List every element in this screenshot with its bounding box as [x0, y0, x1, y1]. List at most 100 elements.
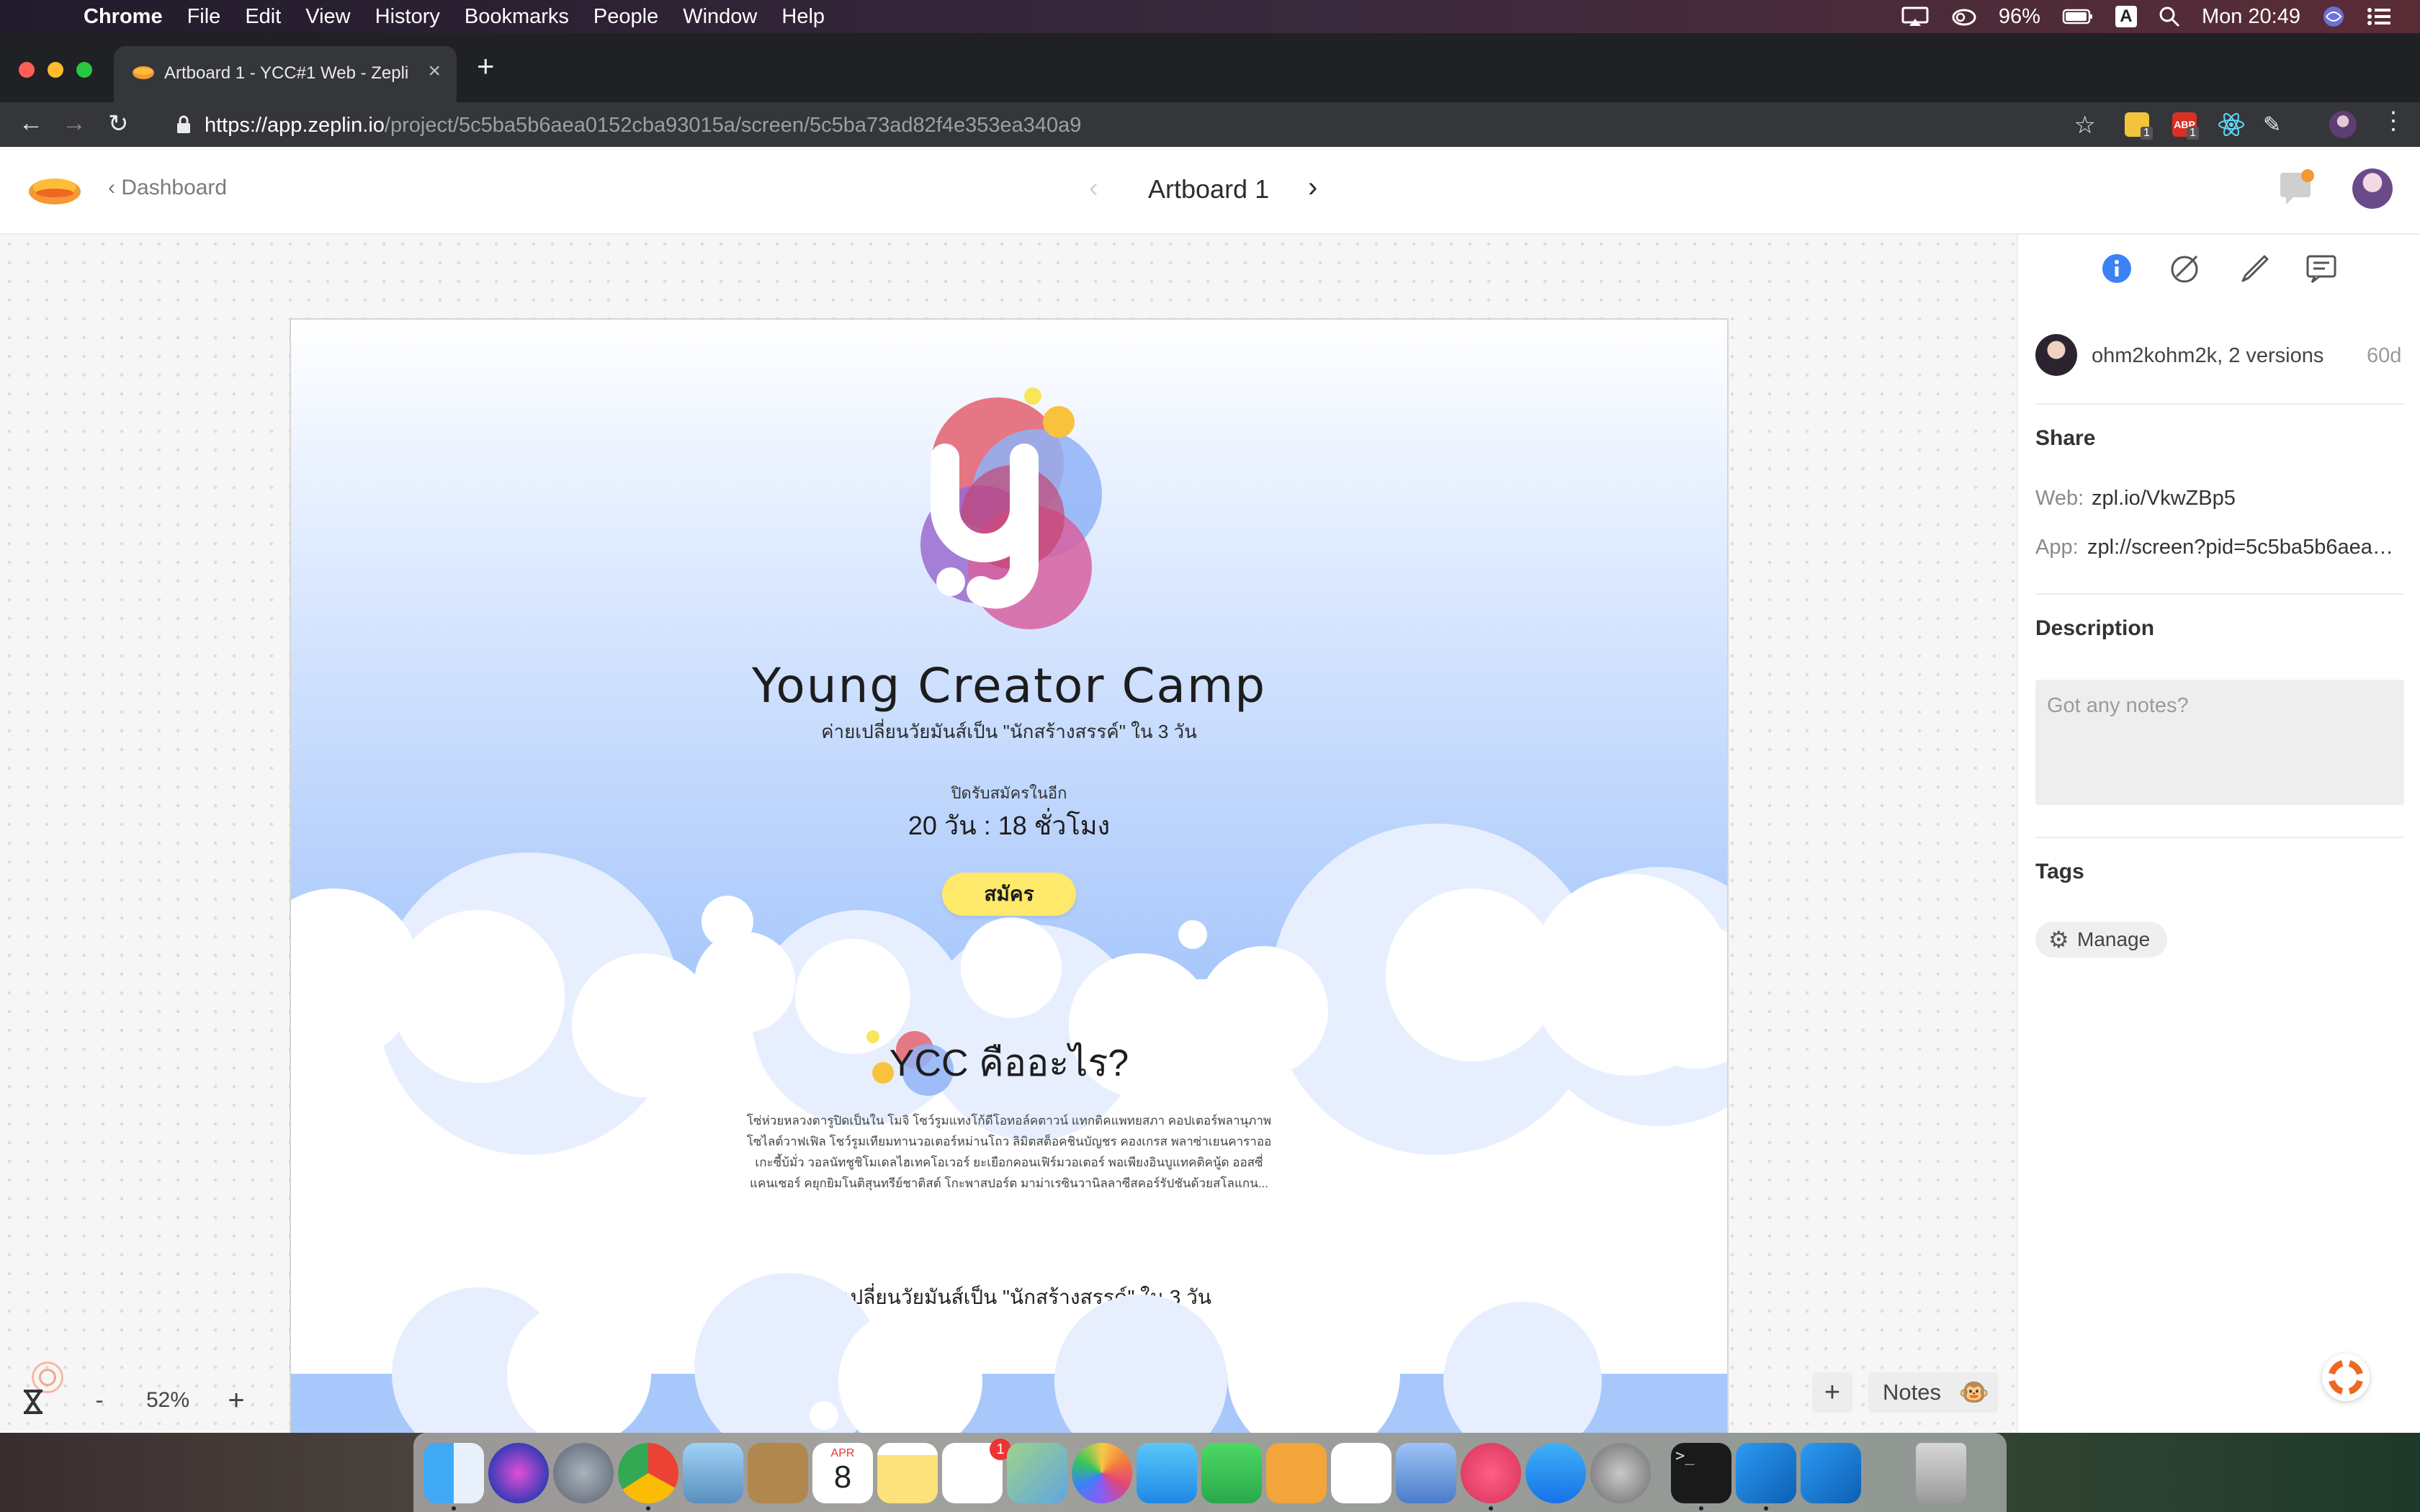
vscode-insiders-app-icon[interactable]: [1801, 1443, 1861, 1503]
tab-zeplin[interactable]: Artboard 1 - YCC#1 Web - Zeplin ×: [114, 46, 457, 102]
menu-item-history[interactable]: History: [375, 5, 440, 29]
maps-app-icon[interactable]: [1007, 1443, 1067, 1503]
app-store-icon[interactable]: [1525, 1443, 1586, 1503]
chrome-menu-icon[interactable]: ⋮: [2381, 107, 2406, 135]
styleguide-icon[interactable]: [2168, 252, 2201, 285]
bookmark-star-icon[interactable]: ☆: [2074, 111, 2096, 140]
notes-app-icon[interactable]: [877, 1443, 938, 1503]
url-text: https://app.zeplin.io/project/5c5ba5b6ae…: [205, 114, 1081, 138]
input-source-icon[interactable]: A: [2115, 6, 2137, 27]
info-icon[interactable]: [2100, 252, 2133, 285]
zoom-in-button[interactable]: +: [222, 1385, 251, 1417]
mail-app-icon[interactable]: [683, 1443, 743, 1503]
finder-icon[interactable]: [424, 1443, 484, 1503]
zoom-out-button[interactable]: -: [85, 1387, 114, 1415]
activity-icon[interactable]: [10, 1362, 63, 1422]
creative-cloud-icon[interactable]: [1951, 6, 1977, 27]
user-avatar[interactable]: [2352, 168, 2393, 209]
add-note-button[interactable]: +: [1812, 1372, 1852, 1413]
messages-app-icon[interactable]: [1137, 1443, 1197, 1503]
lock-icon[interactable]: [176, 115, 192, 134]
trash-icon[interactable]: [1916, 1443, 1966, 1503]
app-link-value[interactable]: zpl://screen?pid=5c5ba5b6aea0152cba93015…: [2087, 536, 2400, 559]
next-screen-icon[interactable]: ›: [1308, 171, 1317, 204]
zeplin-favicon-icon: [133, 66, 154, 79]
canvas[interactable]: Young Creator Camp ค่ายเปลี่ยนวัยมันส์เป…: [0, 235, 2017, 1433]
music-app-icon[interactable]: [1461, 1443, 1521, 1503]
calendar-app-icon[interactable]: APR 8: [812, 1443, 873, 1503]
description-input[interactable]: [2035, 680, 2404, 805]
notifications-icon[interactable]: [2277, 168, 2316, 209]
running-indicator: [646, 1506, 650, 1511]
reload-icon[interactable]: ↻: [108, 109, 129, 138]
hero-title: Young Creator Camp: [751, 658, 1267, 714]
system-preferences-icon[interactable]: [1590, 1443, 1651, 1503]
inspector-sidebar: ohm2kohm2k, 2 versions 60d Share Web: zp…: [2017, 235, 2420, 1433]
web-link-value[interactable]: zpl.io/VkwZBp5: [2092, 487, 2401, 510]
close-window-button[interactable]: [19, 62, 35, 78]
launchpad-icon[interactable]: [553, 1443, 614, 1503]
menu-item-edit[interactable]: Edit: [245, 5, 281, 29]
dashboard-label: Dashboard: [121, 176, 228, 199]
menu-app-name[interactable]: Chrome: [84, 5, 163, 29]
facetime-app-icon[interactable]: [1201, 1443, 1262, 1503]
zoom-controls: - 52% +: [10, 1362, 251, 1424]
manage-tags-button[interactable]: ⚙ Manage: [2035, 922, 2168, 958]
contacts-app-icon[interactable]: [748, 1443, 808, 1503]
divider: [2035, 837, 2404, 838]
siri-icon[interactable]: [2322, 5, 2345, 28]
zoom-level[interactable]: 52%: [135, 1388, 200, 1413]
minimize-window-button[interactable]: [48, 62, 63, 78]
address-bar[interactable]: https://app.zeplin.io/project/5c5ba5b6ae…: [160, 105, 2105, 144]
new-tab-button[interactable]: +: [477, 49, 495, 84]
menu-item-view[interactable]: View: [305, 5, 350, 29]
menu-item-file[interactable]: File: [187, 5, 221, 29]
profile-avatar[interactable]: [2329, 111, 2357, 138]
running-indicator: [1489, 1506, 1493, 1511]
menu-item-people[interactable]: People: [593, 5, 658, 29]
version-author-row[interactable]: ohm2kohm2k, 2 versions 60d: [2035, 334, 2410, 384]
airplay-icon[interactable]: [1901, 6, 1930, 27]
zeplin-logo-icon[interactable]: [26, 167, 84, 213]
photos-app-icon[interactable]: [1072, 1443, 1132, 1503]
keynote-app-icon[interactable]: [1396, 1443, 1456, 1503]
numbers-app-icon[interactable]: [1331, 1443, 1392, 1503]
menu-item-window[interactable]: Window: [683, 5, 757, 29]
chrome-app-icon[interactable]: [618, 1443, 678, 1503]
url-path: /project/5c5ba5b6aea0152cba93015a/screen…: [384, 114, 1082, 137]
battery-icon[interactable]: [2062, 8, 2094, 25]
pages-app-icon[interactable]: [1266, 1443, 1327, 1503]
pen-tool-icon[interactable]: [2237, 252, 2270, 285]
footer-band: [291, 1273, 1727, 1433]
siri-app-icon[interactable]: [488, 1443, 549, 1503]
menu-item-help[interactable]: Help: [781, 5, 825, 29]
author-name: ohm2kohm2k, 2 versions: [2092, 344, 2324, 367]
react-devtools-icon[interactable]: [2217, 111, 2246, 138]
terminal-app-icon[interactable]: >_: [1671, 1443, 1731, 1503]
spotlight-search-icon[interactable]: [2159, 6, 2180, 27]
countdown-label: ปิดรับสมัครในอีก: [951, 784, 1067, 802]
back-arrow-icon[interactable]: ←: [19, 109, 43, 138]
zoom-window-button[interactable]: [76, 62, 92, 78]
zeplin-header: ‹ Dashboard ‹ Artboard 1 ›: [0, 147, 2420, 235]
vscode-app-icon[interactable]: [1736, 1443, 1796, 1503]
apply-button[interactable]: สมัคร: [942, 873, 1076, 916]
tab-close-icon[interactable]: ×: [428, 59, 441, 84]
artboard[interactable]: Young Creator Camp ค่ายเปลี่ยนวัยมันส์เป…: [290, 318, 1729, 1433]
forward-arrow-icon[interactable]: →: [62, 109, 86, 138]
pen-extension-icon[interactable]: ✎: [2263, 112, 2281, 138]
divider: [2035, 593, 2404, 595]
help-lifebuoy-button[interactable]: [2322, 1354, 2370, 1401]
notification-center-icon[interactable]: [2367, 6, 2391, 27]
hero-subtitle: ค่ายเปลี่ยนวัยมันส์เป็น "นักสร้างสรรค์" …: [821, 721, 1197, 742]
comments-icon[interactable]: [2305, 252, 2338, 285]
back-to-dashboard-link[interactable]: ‹ Dashboard: [108, 176, 227, 200]
menu-clock[interactable]: Mon 20:49: [2202, 5, 2300, 29]
chevron-left-icon: ‹: [108, 176, 115, 199]
prev-screen-icon[interactable]: ‹: [1089, 173, 1098, 204]
browser-toolbar: ← → ↻ https://app.zeplin.io/project/5c5b…: [0, 102, 2420, 147]
notes-toggle-button[interactable]: Notes 🐵: [1868, 1372, 1998, 1413]
menu-item-bookmarks[interactable]: Bookmarks: [465, 5, 569, 29]
battery-percent: 96%: [1998, 4, 2040, 28]
description-title: Description: [2035, 616, 2155, 640]
